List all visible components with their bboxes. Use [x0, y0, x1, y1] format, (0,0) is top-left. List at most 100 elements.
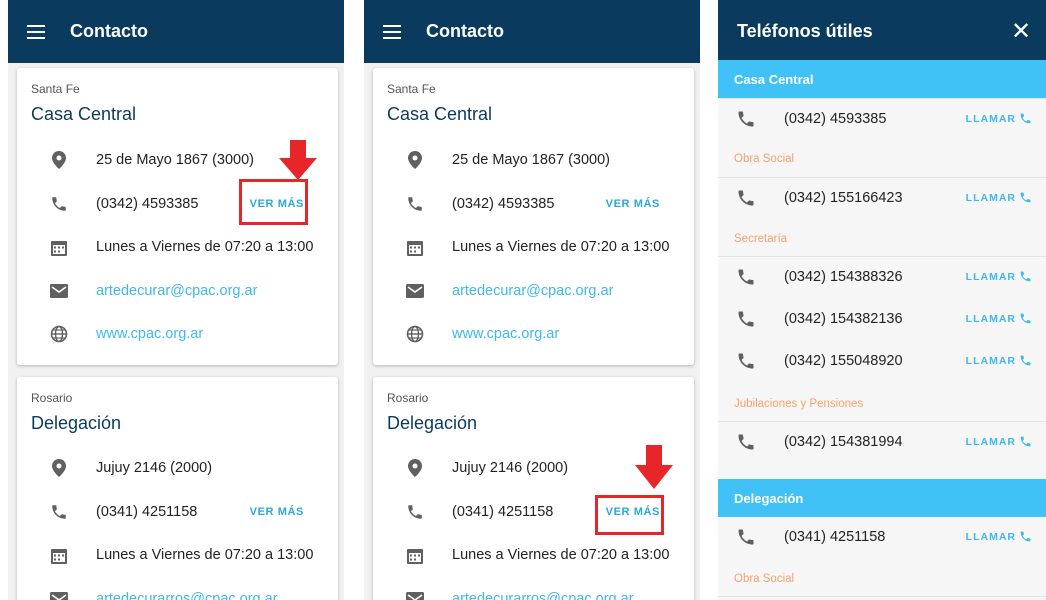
card-city: Rosario — [31, 391, 73, 405]
card-office-name: Casa Central — [31, 104, 137, 124]
phone-icon — [1020, 436, 1031, 447]
llamar-button[interactable]: LLAMAR — [966, 354, 1032, 367]
phone-number: (0341) 4251158 — [784, 529, 886, 545]
menu-icon[interactable] — [14, 10, 58, 54]
phone-number: (0342) 154382136 — [784, 311, 903, 327]
llamar-label: LLAMAR — [965, 435, 1016, 448]
section-header: Delegación — [718, 479, 1046, 517]
phone-text: (0342) 4593385 — [96, 196, 199, 212]
category-label: Secretaría — [734, 233, 788, 245]
phone-icon — [1020, 313, 1031, 324]
phone-row: (0341) 4251158 VER MÁS — [17, 497, 338, 527]
llamar-label: LLAMAR — [965, 270, 1016, 283]
calendar-icon — [49, 545, 69, 565]
phone-number: (0342) 155166423 — [784, 190, 903, 206]
address-text: 25 de Mayo 1867 (3000) — [96, 152, 254, 168]
phone-list-item: (0342) 155048920 LLAMAR — [718, 341, 1046, 383]
email-icon — [49, 281, 69, 301]
card-office-name: Delegación — [31, 413, 122, 433]
app-bar: Contacto — [8, 0, 344, 63]
website-link[interactable]: www.cpac.org.ar — [452, 326, 559, 342]
email-link[interactable]: artedecurarros@cpac.org.ar — [452, 591, 634, 600]
phone-icon — [736, 351, 758, 373]
phone-icon — [736, 109, 758, 131]
phone-text: (0342) 4593385 — [452, 196, 555, 212]
card-city: Santa Fe — [387, 82, 436, 96]
close-icon[interactable]: ✕ — [1004, 14, 1038, 48]
card-city: Santa Fe — [31, 82, 80, 96]
phone-icon[interactable] — [405, 502, 425, 522]
email-link[interactable]: artedecurarros@cpac.org.ar — [96, 591, 278, 600]
website-link[interactable]: www.cpac.org.ar — [96, 326, 203, 342]
card-city: Rosario — [387, 391, 429, 405]
llamar-label: LLAMAR — [965, 530, 1016, 543]
phone-icon — [736, 188, 758, 210]
section-header: Casa Central — [718, 60, 1046, 98]
phone-text: (0341) 4251158 — [96, 504, 198, 520]
menu-icon[interactable] — [370, 10, 414, 54]
app-bar: Contacto — [364, 0, 700, 63]
ver-mas-button[interactable]: VER MÁS — [606, 198, 660, 210]
screen-contacto-1: Contacto Santa Fe Casa Central 25 de May… — [8, 0, 344, 600]
location-pin-icon — [49, 150, 69, 170]
address-row: 25 de Mayo 1867 (3000) — [373, 145, 694, 175]
phone-icon — [1020, 355, 1031, 366]
globe-icon — [405, 324, 425, 344]
phone-number: (0342) 154381994 — [784, 434, 903, 450]
phone-number: (0342) 155048920 — [784, 353, 903, 369]
llamar-button[interactable]: LLAMAR — [966, 435, 1032, 448]
hours-row: Lunes a Viernes de 07:20 a 13:00 — [373, 540, 694, 570]
hours-row: Lunes a Viernes de 07:20 a 13:00 — [17, 232, 338, 262]
email-row: artedecurar@cpac.org.ar — [17, 276, 338, 306]
contact-card-delegacion: Rosario Delegación Jujuy 2146 (2000) (03… — [373, 377, 694, 600]
phone-icon[interactable] — [49, 194, 69, 214]
category-label: Jubilaciones y Pensiones — [734, 398, 864, 410]
email-link[interactable]: artedecurar@cpac.org.ar — [452, 283, 613, 299]
phone-list-item: (0342) 154382136 LLAMAR — [718, 299, 1046, 341]
hours-text: Lunes a Viernes de 07:20 a 13:00 — [452, 547, 670, 563]
address-text: Jujuy 2146 (2000) — [452, 460, 569, 476]
calendar-icon — [49, 237, 69, 257]
email-row: artedecurarros@cpac.org.ar — [17, 584, 338, 600]
llamar-button[interactable]: LLAMAR — [966, 191, 1032, 204]
address-row: Jujuy 2146 (2000) — [17, 453, 338, 483]
address-text: 25 de Mayo 1867 (3000) — [452, 152, 610, 168]
email-link[interactable]: artedecurar@cpac.org.ar — [96, 283, 257, 299]
arrow-down-icon — [279, 140, 317, 180]
llamar-label: LLAMAR — [965, 191, 1016, 204]
llamar-label: LLAMAR — [965, 112, 1016, 125]
phone-icon[interactable] — [405, 194, 425, 214]
highlight-box — [595, 495, 664, 535]
phone-row: (0342) 4593385 VER MÁS — [373, 189, 694, 219]
email-icon — [405, 589, 425, 600]
phone-icon — [1020, 271, 1031, 282]
phone-icon — [1020, 531, 1031, 542]
llamar-button[interactable]: LLAMAR — [966, 270, 1032, 283]
contact-card-casa-central: Santa Fe Casa Central 25 de Mayo 1867 (3… — [373, 68, 694, 365]
contact-card-delegacion: Rosario Delegación Jujuy 2146 (2000) (03… — [17, 377, 338, 600]
hours-row: Lunes a Viernes de 07:20 a 13:00 — [373, 232, 694, 262]
card-office-name: Casa Central — [387, 104, 493, 124]
llamar-button[interactable]: LLAMAR — [966, 312, 1032, 325]
location-pin-icon — [405, 150, 425, 170]
contact-card-casa-central: Santa Fe Casa Central 25 de Mayo 1867 (3… — [17, 68, 338, 365]
phone-number: (0342) 4593385 — [784, 111, 887, 127]
email-icon — [405, 281, 425, 301]
calendar-icon — [405, 545, 425, 565]
llamar-button[interactable]: LLAMAR — [966, 112, 1032, 125]
email-row: artedecurar@cpac.org.ar — [373, 276, 694, 306]
phone-icon — [736, 267, 758, 289]
globe-icon — [49, 324, 69, 344]
screen-contacto-2: Contacto Santa Fe Casa Central 25 de May… — [364, 0, 700, 600]
hours-text: Lunes a Viernes de 07:20 a 13:00 — [96, 239, 314, 255]
ver-mas-button[interactable]: VER MÁS — [250, 506, 304, 518]
llamar-button[interactable]: LLAMAR — [966, 530, 1032, 543]
category-label: Obra Social — [734, 573, 795, 585]
phone-list-item: (0341) 4251158 LLAMAR — [718, 517, 1046, 559]
phone-icon — [1020, 192, 1031, 203]
page-title: Teléfonos útiles — [737, 21, 873, 41]
hours-row: Lunes a Viernes de 07:20 a 13:00 — [17, 540, 338, 570]
phone-icon[interactable] — [49, 502, 69, 522]
arrow-down-icon — [635, 445, 673, 489]
category-label: Obra Social — [734, 153, 795, 165]
